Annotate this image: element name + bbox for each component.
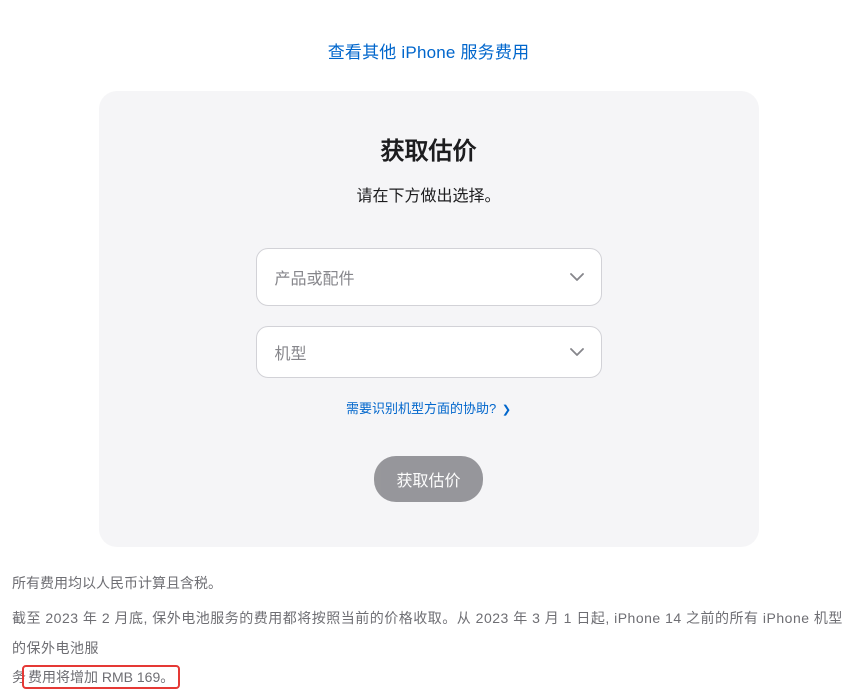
card-title: 获取估价	[99, 131, 759, 166]
price-increase-highlight: 费用将增加 RMB 169。	[22, 665, 180, 689]
model-select-wrapper: 机型	[256, 326, 602, 378]
model-select[interactable]: 机型	[256, 326, 602, 378]
get-estimate-button[interactable]: 获取估价	[374, 456, 482, 502]
footer-line-2: 截至 2023 年 2 月底, 保外电池服务的费用都将按照当前的价格收取。从 2…	[12, 604, 845, 692]
card-subtitle: 请在下方做出选择。	[99, 182, 759, 206]
product-select[interactable]: 产品或配件	[256, 248, 602, 306]
estimate-card: 获取估价 请在下方做出选择。 产品或配件 机型 需要识别机型方面的协助? ❯ 获…	[99, 91, 759, 547]
identify-model-help-link[interactable]: 需要识别机型方面的协助? ❯	[346, 401, 511, 416]
other-services-link[interactable]: 查看其他 iPhone 服务费用	[328, 43, 530, 62]
model-select-placeholder: 机型	[275, 340, 307, 364]
product-select-wrapper: 产品或配件	[256, 248, 602, 306]
footer-text-part-a: 截至 2023 年 2 月底, 保外电池服务的费用都将按照当前的价格收取。从 2…	[12, 610, 843, 655]
chevron-right-icon: ❯	[502, 404, 511, 416]
product-select-placeholder: 产品或配件	[275, 265, 355, 289]
help-link-container: 需要识别机型方面的协助? ❯	[99, 398, 759, 418]
footer-notes: 所有费用均以人民币计算且含税。 截至 2023 年 2 月底, 保外电池服务的费…	[0, 547, 857, 693]
footer-line-1: 所有费用均以人民币计算且含税。	[12, 569, 845, 598]
help-link-text: 需要识别机型方面的协助?	[346, 401, 496, 416]
top-link-container: 查看其他 iPhone 服务费用	[0, 0, 857, 91]
